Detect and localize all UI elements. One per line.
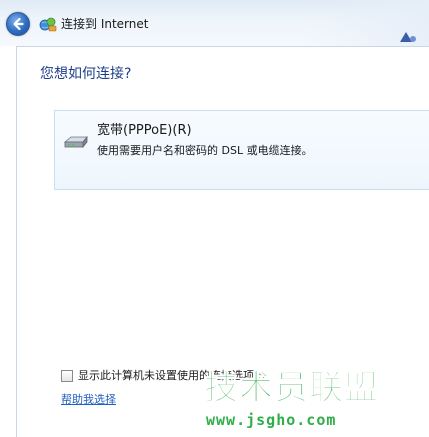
option-title: 宽带(PPPoE)(R) [97,123,192,138]
back-arrow-icon [13,17,24,31]
connect-to-internet-window: 连接到 Internet 您想如何连接? 宽带(PPPoE)(R) 使用需要用户… [0,0,429,437]
window-title: 连接到 Internet [61,17,149,31]
network-globe-icon [39,17,57,32]
watermark-title: 技术员联盟 [204,368,379,409]
watermark-url: www.jsgho.com [206,411,337,429]
modem-icon [63,135,88,149]
show-unconfigured-options-checkbox[interactable] [61,370,73,382]
option-description: 使用需要用户名和密码的 DSL 或电缆连接。 [97,144,313,157]
help-me-choose-link[interactable]: 帮助我选择 [61,393,116,407]
page-heading: 您想如何连接? [40,66,132,82]
decorative-network-icon [400,32,416,42]
back-button[interactable] [6,12,30,36]
